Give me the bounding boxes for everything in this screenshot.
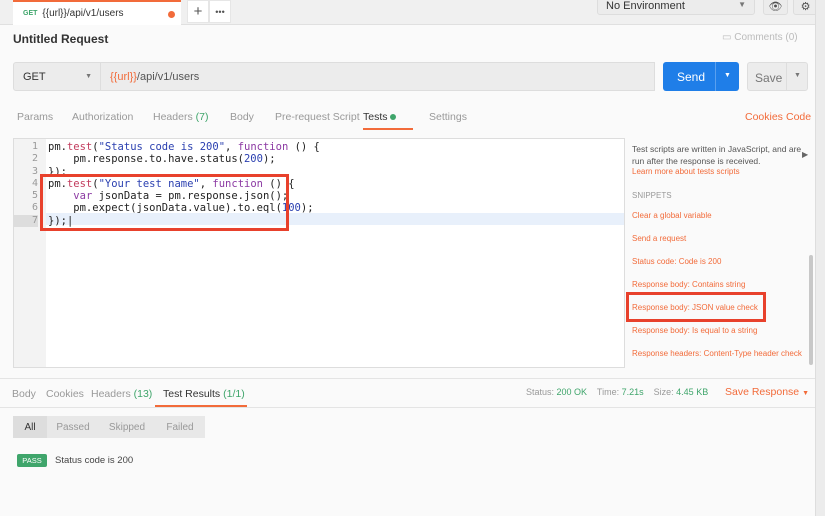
line-number: 4: [31, 177, 38, 189]
save-options-chevron-icon[interactable]: ▼: [786, 63, 808, 90]
snippet-item[interactable]: Response headers: Content-Type header ch…: [632, 349, 802, 358]
comment-icon: ▭: [722, 32, 735, 43]
filter-failed[interactable]: Failed: [155, 416, 205, 438]
highlight-box-snippet: [626, 292, 766, 322]
test-results-count: (1/1): [223, 388, 245, 400]
size-value: 4.45 KB: [676, 387, 709, 397]
url-variable: {{url}}: [110, 71, 137, 83]
status-label: Status:: [526, 387, 555, 397]
filter-passed[interactable]: Passed: [47, 416, 99, 438]
tab-settings[interactable]: Settings: [429, 111, 467, 123]
chevron-down-icon: ▼: [802, 390, 809, 397]
snippets-scrollbar[interactable]: [809, 255, 813, 365]
save-response-label: Save Response: [725, 386, 800, 398]
time-label: Time:: [596, 387, 620, 397]
method-value: GET: [23, 71, 46, 83]
collapse-arrow-icon[interactable]: ▶: [802, 150, 808, 159]
learn-more-link[interactable]: Learn more about tests scripts: [632, 167, 740, 176]
headers-count: (7): [195, 111, 209, 123]
test-results-label: Test Results: [163, 388, 221, 400]
time-value: 7.21s: [621, 387, 644, 397]
status-value: 200 OK: [556, 387, 588, 397]
eye-icon[interactable]: 👁: [763, 0, 788, 15]
test-script-editor[interactable]: 1 2 3 4 5 6 7 pm.test("Status code is 20…: [13, 138, 625, 368]
tab-prerequest-script[interactable]: Pre-request Script: [275, 111, 360, 123]
chevron-down-icon: ▼: [738, 0, 746, 9]
unsaved-dot-icon: [168, 11, 175, 18]
line-number: 2: [31, 153, 38, 165]
send-options-chevron-icon[interactable]: ▼: [715, 62, 739, 91]
comments-button[interactable]: ▭ Comments (0): [722, 32, 798, 43]
response-meta: Status: 200 OK Time: 7.21s Size: 4.45 KB: [526, 387, 708, 397]
tab-headers-label: Headers: [153, 111, 193, 123]
snippet-item[interactable]: Send a request: [632, 234, 686, 243]
tab-tests-label: Tests: [363, 111, 388, 123]
request-tab[interactable]: GET {{url}}/api/v1/users: [13, 0, 181, 25]
send-button[interactable]: Send ▼: [663, 62, 739, 91]
new-tab-button[interactable]: +: [187, 0, 209, 23]
tab-headers[interactable]: Headers (7): [153, 111, 208, 123]
tab-body[interactable]: Body: [230, 111, 254, 123]
line-number: 3: [31, 165, 38, 177]
line-number: 1: [31, 141, 38, 152]
more-tabs-button[interactable]: •••: [209, 0, 231, 23]
send-label: Send: [677, 70, 706, 84]
response-tab-test-results[interactable]: Test Results (1/1): [155, 388, 247, 407]
request-tab-url: {{url}}/api/v1/users: [42, 8, 124, 19]
save-response-button[interactable]: Save Response ▼: [725, 386, 809, 398]
response-headers-label: Headers: [91, 388, 131, 400]
url-input[interactable]: {{url}}/api/v1/users: [101, 62, 655, 91]
chevron-down-icon: ▼: [85, 73, 92, 80]
save-label: Save: [755, 71, 783, 85]
response-tab-body[interactable]: Body: [12, 388, 36, 400]
code-link[interactable]: Code: [786, 111, 811, 123]
environment-value: No Environment: [606, 0, 685, 12]
response-tab-cookies[interactable]: Cookies: [46, 388, 84, 400]
tab-tests[interactable]: Tests: [363, 111, 413, 130]
snippet-item[interactable]: Status code: Code is 200: [632, 257, 721, 266]
snippet-item[interactable]: Response body: Is equal to a string: [632, 326, 757, 335]
comments-label: Comments (0): [734, 32, 798, 43]
cookies-link[interactable]: Cookies: [745, 111, 783, 123]
filter-skipped[interactable]: Skipped: [99, 416, 155, 438]
tab-params[interactable]: Params: [17, 111, 53, 123]
snippets-description: Test scripts are written in JavaScript, …: [632, 144, 802, 166]
test-result-name: Status code is 200: [55, 455, 134, 466]
environment-select[interactable]: No Environment ▼: [597, 0, 755, 15]
response-headers-count: (13): [133, 388, 153, 400]
tests-indicator-dot: [390, 114, 397, 120]
highlight-box-code: [40, 174, 289, 231]
pass-badge: PASS: [17, 454, 47, 467]
request-title: Untitled Request: [13, 32, 109, 46]
size-label: Size:: [653, 387, 674, 397]
divider: [0, 378, 815, 379]
snippet-item[interactable]: Clear a global variable: [632, 211, 712, 220]
line-number: 5: [31, 190, 38, 202]
method-select[interactable]: GET ▼: [13, 62, 101, 91]
filter-all[interactable]: All: [13, 416, 47, 438]
snippet-item[interactable]: Response body: Contains string: [632, 280, 745, 289]
divider: [0, 407, 815, 408]
request-tab-method: GET: [23, 10, 38, 17]
line-number: 6: [31, 202, 38, 214]
snippets-heading: SNIPPETS: [632, 191, 672, 200]
url-path: /api/v1/users: [136, 71, 200, 83]
response-tab-headers[interactable]: Headers (13): [91, 388, 152, 400]
window-edge: [815, 0, 825, 516]
line-number: 7: [14, 214, 38, 228]
tab-authorization[interactable]: Authorization: [72, 111, 133, 123]
save-button[interactable]: Save ▼: [747, 62, 808, 91]
